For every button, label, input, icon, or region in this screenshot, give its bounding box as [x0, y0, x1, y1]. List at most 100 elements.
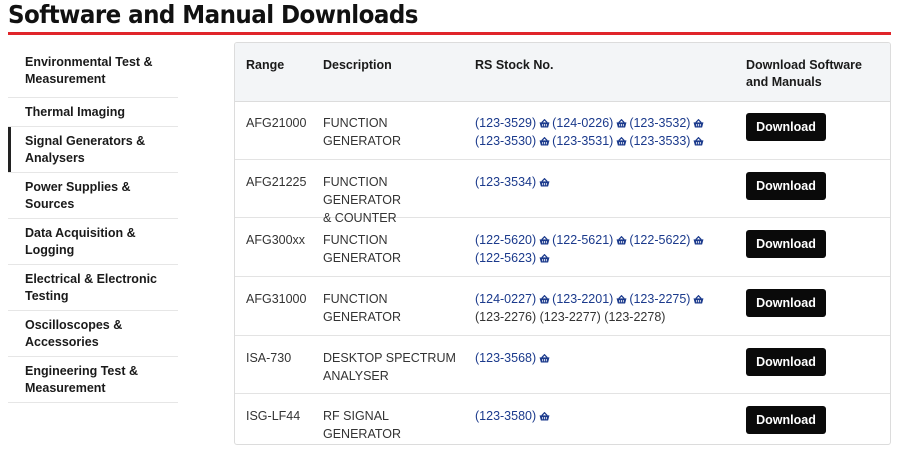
description-line: FUNCTION GENERATOR — [323, 175, 402, 207]
sidebar-item-label-line: Power Supplies & — [25, 179, 131, 194]
stock-line: (122-5620) (122-5621) (122-5622) — [475, 231, 725, 249]
range-cell: ISA-730 — [246, 351, 292, 365]
stock-number-link[interactable]: (123-3533) — [629, 134, 690, 148]
stock-number: (123-2278) — [604, 310, 666, 324]
stock-cell: (123-3580) — [475, 407, 725, 425]
sidebar-item-label-line: Measurement — [25, 380, 106, 395]
sidebar-item[interactable]: Engineering Test & Measurement — [8, 357, 178, 403]
stock-number-link[interactable]: (123-2275) — [629, 292, 690, 306]
table-header: Range Description RS Stock No. Download … — [235, 43, 890, 102]
stock-number-link[interactable]: (124-0227) — [475, 292, 536, 306]
category-sidebar: Environmental Test & Measurement Thermal I… — [8, 45, 178, 403]
description-line: FUNCTION GENERATOR — [323, 116, 402, 148]
sidebar-item-label-line: Signal Generators & — [25, 133, 146, 148]
basket-icon[interactable] — [693, 232, 704, 245]
download-button[interactable]: Download — [746, 230, 826, 258]
download-button[interactable]: Download — [746, 289, 826, 317]
basket-icon[interactable] — [539, 115, 550, 128]
stock-number-link[interactable]: (122-5622) — [629, 233, 690, 247]
basket-icon[interactable] — [616, 232, 627, 245]
header-download-line: and Manuals — [746, 75, 822, 89]
basket-icon[interactable] — [616, 115, 627, 128]
description-cell: FUNCTION GENERATOR — [323, 114, 463, 150]
basket-icon[interactable] — [693, 115, 704, 128]
basket-icon[interactable] — [616, 133, 627, 146]
table-row: AFG31000 FUNCTION GENERATOR (124-0227) (123… — [235, 277, 890, 336]
downloads-table: Range Description RS Stock No. Download … — [234, 42, 891, 445]
header-range: Range — [246, 58, 285, 72]
sidebar-item[interactable]: Thermal Imaging — [8, 98, 178, 127]
sidebar-item-label: Electrical & Electronic Testing — [25, 271, 157, 305]
description-line: RF SIGNAL GENERATOR — [323, 409, 402, 441]
stock-line: (123-2276) (123-2277) (123-2278) — [475, 308, 725, 326]
stock-number-link[interactable]: (123-3534) — [475, 175, 536, 189]
range-cell: AFG31000 — [246, 292, 307, 306]
stock-cell: (122-5620) (122-5621) (122-5622) (122-5623) — [475, 231, 725, 267]
sidebar-item-label-line: Data Acquisition & — [25, 225, 136, 240]
range-cell: AFG21000 — [246, 116, 307, 130]
sidebar-item-label-line: Electrical & Electronic — [25, 271, 158, 286]
basket-icon[interactable] — [539, 250, 550, 263]
sidebar-item-label-line: Environmental Test & — [25, 55, 153, 69]
download-button[interactable]: Download — [746, 172, 826, 200]
sidebar-item-label-line: Oscilloscopes & — [25, 317, 123, 332]
sidebar-item-label: Engineering Test & Measurement — [25, 363, 138, 397]
sidebar-item[interactable]: Power Supplies & Sources — [8, 173, 178, 219]
title-underline — [8, 32, 891, 35]
stock-number-link[interactable]: (122-5623) — [475, 251, 536, 265]
basket-icon[interactable] — [539, 133, 550, 146]
stock-number-link[interactable]: (123-3532) — [629, 116, 690, 130]
range-cell: ISG-LF44 — [246, 409, 301, 423]
stock-number-link[interactable]: (123-2201) — [552, 292, 613, 306]
sidebar-item-label: Signal Generators & Analysers — [25, 133, 145, 167]
basket-icon[interactable] — [616, 291, 627, 304]
range-cell: AFG300xx — [246, 233, 306, 247]
stock-cell: (123-3529) (124-0226) (123-3532) (123-3530)… — [475, 114, 725, 150]
sidebar-item-label-line: Logging — [25, 242, 75, 257]
sidebar-item-label: Power Supplies & Sources — [25, 179, 131, 213]
stock-number-link[interactable]: (122-5621) — [552, 233, 613, 247]
table-row: AFG21225 FUNCTION GENERATOR & COUNTER (123-… — [235, 160, 890, 225]
sidebar-item[interactable]: Environmental Test & Measurement — [8, 45, 178, 98]
stock-line: (123-3529) (124-0226) (123-3532) — [475, 114, 725, 132]
sidebar-item-label: Oscilloscopes & Accessories — [25, 317, 122, 351]
header-download: Download Software and Manuals — [746, 57, 862, 91]
stock-number: (123-2277) — [539, 310, 601, 324]
description-line: DESKTOP SPECTRUM — [323, 351, 456, 365]
table-row: AFG21000 FUNCTION GENERATOR (123-3529) (124… — [235, 101, 890, 160]
sidebar-item[interactable]: Electrical & Electronic Testing — [8, 265, 178, 311]
basket-icon[interactable] — [539, 408, 550, 421]
basket-icon[interactable] — [693, 291, 704, 304]
download-button[interactable]: Download — [746, 406, 826, 434]
description-line: ANALYSER — [323, 369, 389, 383]
sidebar-item[interactable]: Data Acquisition & Logging — [8, 219, 178, 265]
stock-number-link[interactable]: (124-0226) — [552, 116, 613, 130]
page-title: Software and Manual Downloads — [8, 0, 418, 29]
basket-icon[interactable] — [693, 133, 704, 146]
download-button[interactable]: Download — [746, 113, 826, 141]
table-row: AFG300xx FUNCTION GENERATOR (122-5620) (122… — [235, 218, 890, 277]
stock-number-link[interactable]: (123-3580) — [475, 409, 536, 423]
stock-number: (123-2276) — [475, 310, 537, 324]
sidebar-item-label: Environmental Test & Measurement — [25, 54, 153, 88]
basket-icon[interactable] — [539, 232, 550, 245]
description-cell: FUNCTION GENERATOR — [323, 231, 463, 267]
sidebar-item-label-line: Measurement — [25, 72, 106, 86]
basket-icon[interactable] — [539, 291, 550, 304]
stock-line: (123-3534) — [475, 173, 725, 191]
description-line: FUNCTION GENERATOR — [323, 292, 402, 324]
stock-number-link[interactable]: (122-5620) — [475, 233, 536, 247]
download-button[interactable]: Download — [746, 348, 826, 376]
sidebar-item-label-line: Sources — [25, 196, 75, 211]
sidebar-item-label-line: Analysers — [25, 150, 85, 165]
sidebar-item-label: Thermal Imaging — [25, 104, 125, 121]
sidebar-item[interactable]: Signal Generators & Analysers — [8, 127, 178, 173]
stock-line: (123-3568) — [475, 349, 725, 367]
stock-number-link[interactable]: (123-3530) — [475, 134, 536, 148]
basket-icon[interactable] — [539, 350, 550, 363]
basket-icon[interactable] — [539, 174, 550, 187]
stock-number-link[interactable]: (123-3568) — [475, 351, 536, 365]
stock-number-link[interactable]: (123-3531) — [552, 134, 613, 148]
stock-number-link[interactable]: (123-3529) — [475, 116, 536, 130]
sidebar-item[interactable]: Oscilloscopes & Accessories — [8, 311, 178, 357]
